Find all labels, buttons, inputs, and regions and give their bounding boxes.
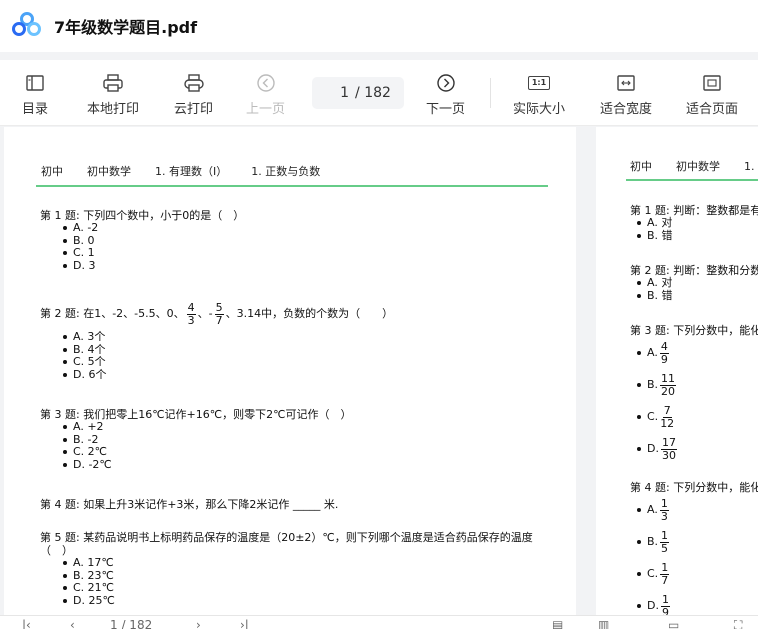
option: A. 1 3 <box>630 494 672 526</box>
option: A. -2 <box>56 221 98 235</box>
catalog-label: 目录 <box>22 102 49 117</box>
option: A. 对 <box>630 216 673 230</box>
next-page-icon[interactable]: › <box>196 618 201 629</box>
catalog-icon <box>22 72 48 94</box>
fit-page-icon <box>686 72 738 94</box>
option: B. 错 <box>630 289 673 303</box>
option: C. 21℃ <box>56 581 115 595</box>
pdf-page-1: 初中 初中数学 1. 有理数（I） 1. 正数与负数 第 1 题: 下列四个数中，小于… <box>4 127 576 615</box>
chevron-right-circle-icon <box>426 72 465 94</box>
section-divider <box>626 179 758 181</box>
cloud-printer-icon <box>174 72 213 94</box>
option: C. 1 <box>56 246 98 260</box>
cloud-print-button[interactable]: 云打印 <box>174 72 213 117</box>
question-5-options: A. 17℃ B. 23℃ C. 21℃ D. 25℃ <box>56 556 115 608</box>
document-viewer[interactable]: 初中 初中数学 1. 有理数（I） 1. 正数与负数 第 1 题: 下列四个数中，小于… <box>0 127 758 615</box>
page-number-box: / 182 <box>312 77 404 109</box>
fit-page-button[interactable]: 适合页面 <box>686 72 738 117</box>
prev-page-label: 上一页 <box>246 102 286 117</box>
question-3-options: A. 4 9 B. 11 20 C. 7 12 D. 17 30 <box>630 337 679 465</box>
option: A. 对 <box>630 276 673 290</box>
question-2-options: A. 3个 B. 4个 C. 5个 D. 6个 <box>56 330 106 382</box>
next-page-button[interactable]: 下一页 <box>426 72 465 117</box>
cloud-print-label: 云打印 <box>174 102 214 117</box>
question-3-options: A. +2 B. -2 C. 2℃ D. -2℃ <box>56 420 112 472</box>
option: A. 17℃ <box>56 556 115 570</box>
question-2: 第 2 题: 在1、-2、-5.5、0、 4 3 、- 5 7 、3.14中，负数的个数为（… <box>40 300 394 327</box>
fit-width-icon <box>600 72 652 94</box>
question-1: 第 1 题: 下列四个数中，小于0的是（ ） <box>40 209 245 222</box>
actual-size-button[interactable]: 1:1 实际大小 <box>513 72 565 117</box>
fit-width-label: 适合宽度 <box>600 102 653 117</box>
option: B. 错 <box>630 229 673 243</box>
actual-size-icon: 1:1 <box>513 72 565 94</box>
question-5: 第 5 题: 某药品说明书上标明药品保存的温度是（20±2）℃，则下列哪个温度是… <box>40 531 533 557</box>
prev-page-button[interactable]: 上一页 <box>246 72 285 117</box>
fraction: 57 <box>214 300 224 327</box>
option: C. 5个 <box>56 355 106 369</box>
option: D. 1 9 <box>630 590 672 615</box>
option: A. +2 <box>56 420 112 434</box>
option: C. 1 7 <box>630 558 672 590</box>
toolbar: 目录 本地打印 云打印 上一页 / 182 下一页 1:1 实际大小 <box>0 60 758 126</box>
question-4-options: A. 1 3 B. 1 5 C. 1 7 D. 1 9 <box>630 494 672 615</box>
title-bar: 7年级数学题目.pdf <box>0 0 758 52</box>
fullscreen-icon[interactable]: ⛶ <box>734 618 742 629</box>
catalog-button[interactable]: 目录 <box>22 72 48 117</box>
option: B. 1 5 <box>630 526 672 558</box>
first-page-icon[interactable]: |‹ <box>22 618 31 629</box>
question-4: 第 4 题: 下列分数中，能化 <box>630 481 758 494</box>
option: D. 25℃ <box>56 594 115 608</box>
fit-width-button[interactable]: 适合宽度 <box>600 72 652 117</box>
fit-view-icon[interactable]: ▭ <box>668 618 679 629</box>
toolbar-divider <box>490 78 491 108</box>
option: C. 7 12 <box>630 401 679 433</box>
section-divider <box>36 185 548 187</box>
page-number-input[interactable] <box>325 85 350 101</box>
chevron-left-circle-icon <box>246 72 285 94</box>
printer-icon <box>87 72 139 94</box>
fraction: 43 <box>186 300 196 327</box>
double-page-view-icon[interactable]: ▥ <box>598 618 609 629</box>
last-page-icon[interactable]: ›| <box>240 618 249 629</box>
breadcrumb: 初中 初中数学 1. <box>630 160 755 173</box>
fit-page-label: 适合页面 <box>686 102 739 117</box>
question-1-options: A. 对 B. 错 <box>630 216 673 243</box>
bottom-navigation-bar: |‹ ‹ 1 / 182 › ›| ▤ ▥ ▭ ⛶ <box>0 615 758 629</box>
question-4: 第 4 题: 如果上升3米记作+3米，那么下降2米记作 _____ 米. <box>40 498 339 511</box>
actual-size-label: 实际大小 <box>513 102 566 117</box>
bottom-page-indicator: 1 / 182 <box>110 618 153 629</box>
option: D. 6个 <box>56 368 106 382</box>
app-logo-icon <box>12 12 44 40</box>
next-page-label: 下一页 <box>426 102 466 117</box>
breadcrumb: 初中 初中数学 1. 有理数（I） 1. 正数与负数 <box>41 165 321 178</box>
document-title: 7年级数学题目.pdf <box>54 18 198 37</box>
option: D. -2℃ <box>56 458 112 472</box>
option: A. 4 9 <box>630 337 679 369</box>
question-3: 第 3 题: 下列分数中，能化 <box>630 324 758 337</box>
single-page-view-icon[interactable]: ▤ <box>552 618 563 629</box>
option: B. 11 20 <box>630 369 679 401</box>
question-1-options: A. -2 B. 0 C. 1 D. 3 <box>56 221 98 273</box>
prev-page-icon[interactable]: ‹ <box>70 618 75 629</box>
total-pages: / 182 <box>355 85 391 101</box>
question-2-options: A. 对 B. 错 <box>630 276 673 303</box>
option: C. 2℃ <box>56 445 112 459</box>
option: A. 3个 <box>56 330 106 344</box>
option: D. 3 <box>56 259 98 273</box>
pdf-page-2: 初中 初中数学 1. 第 1 题: 判断：整数都是有 A. 对 B. 错 第 2 题… <box>596 127 758 615</box>
local-print-button[interactable]: 本地打印 <box>87 72 139 117</box>
local-print-label: 本地打印 <box>87 102 140 117</box>
option: D. 17 30 <box>630 433 679 465</box>
